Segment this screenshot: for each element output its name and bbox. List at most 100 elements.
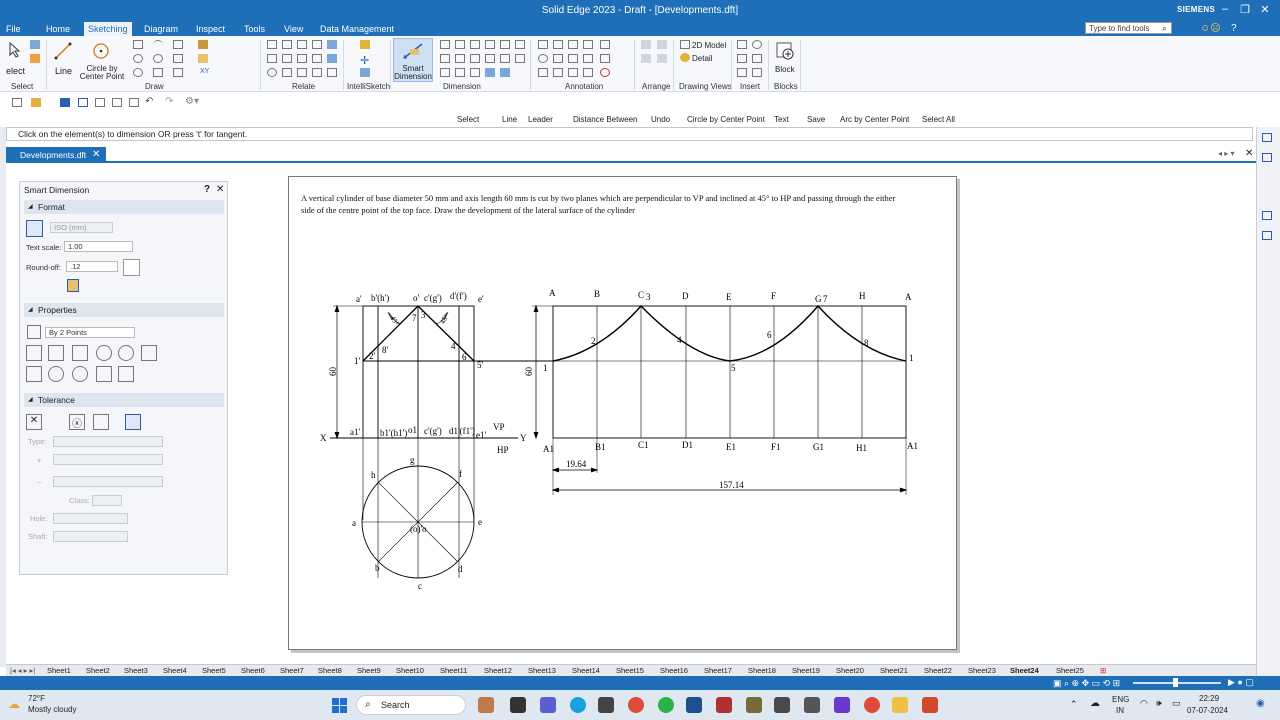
sheet-tab[interactable]: Sheet1 [47,666,71,675]
redo-icon[interactable]: ↷ [165,96,173,107]
tolerance-type-select[interactable] [53,436,163,447]
cmd-text[interactable]: Text [774,115,789,124]
dimension-table-icon[interactable] [485,68,495,77]
text-icon[interactable] [568,54,578,63]
dimension-group-icon[interactable] [485,54,495,63]
restore-icon[interactable]: ❐ [1238,3,1252,16]
fill-icon[interactable] [198,40,208,49]
sheet-tab[interactable]: Sheet16 [660,666,688,675]
tolerance-format-icon[interactable] [125,414,141,430]
chrome-icon[interactable] [628,697,644,713]
section-properties[interactable]: ◢ Properties [24,303,224,317]
sheet-tab[interactable]: Sheet15 [616,666,644,675]
chamfer-dim-icon[interactable] [96,366,112,382]
angle-between-icon[interactable] [455,40,465,49]
arc-angle-icon[interactable] [48,366,64,382]
dock-groups-icon[interactable] [1262,211,1272,220]
sheet-tab[interactable]: Sheet7 [280,666,304,675]
balloon-icon[interactable] [553,40,563,49]
sheet-tab[interactable]: Sheet6 [241,666,265,675]
sheet-tab[interactable]: Sheet12 [484,666,512,675]
select-filter-icon[interactable] [30,54,40,63]
wifi-icon[interactable]: ◠ [1140,698,1148,709]
dimension-break-icon[interactable] [515,54,525,63]
app-generic-icon[interactable] [804,697,820,713]
cmd-undo[interactable]: Undo [651,115,670,124]
tab-tools[interactable]: Tools [244,24,265,34]
round-off-select[interactable]: .12 [66,261,118,272]
sheet-tab[interactable]: Sheet8 [318,666,342,675]
curve-icon[interactable] [153,54,163,63]
dimension-tolerance-icon[interactable] [500,54,510,63]
symmetric-dim-icon[interactable] [141,345,157,361]
tab-scroll-icon[interactable]: ◂ ▸ ▾ [1218,149,1235,158]
relate-symmetric-icon[interactable] [312,54,322,63]
ellipse-icon[interactable] [133,54,143,63]
block-label[interactable]: Block [775,65,795,74]
tab-inspect[interactable]: Inspect [196,24,225,34]
mirror-icon[interactable] [173,68,183,77]
circle-tool-icon[interactable] [92,42,110,60]
hole-select[interactable] [53,513,128,524]
whatsapp-icon[interactable] [658,697,674,713]
windows-start-icon[interactable] [332,698,347,713]
edge-condition-icon[interactable] [583,54,593,63]
lock-icon[interactable] [67,279,79,292]
insert-symbol-icon[interactable] [752,54,762,63]
notifications-icon[interactable]: ◉ [1256,698,1265,709]
file-explorer-icon[interactable] [892,697,908,713]
angular-coordinate-icon[interactable] [485,40,495,49]
sheet-tab[interactable]: Sheet9 [357,666,381,675]
sheet-tab[interactable]: Sheet14 [572,666,600,675]
help-icon[interactable]: ? [1231,23,1237,34]
powerpoint-icon[interactable] [922,697,938,713]
detail-icon[interactable] [680,53,690,62]
clock-date[interactable]: 07-07-2024 [1187,706,1228,715]
chrome-icon[interactable] [864,697,880,713]
print-icon[interactable] [95,98,105,107]
annotation-style-icon[interactable] [583,68,593,77]
panel-help-icon[interactable]: ? [204,184,210,195]
offset-icon[interactable] [133,68,143,77]
relate-horizontal-icon[interactable] [267,54,277,63]
cmd-select-all[interactable]: Select All [922,115,955,124]
cmd-leader[interactable]: Leader [528,115,553,124]
line-tool-icon[interactable] [54,42,72,60]
leader-icon[interactable] [568,40,578,49]
sheet-tab[interactable]: Sheet10 [396,666,424,675]
taskbar-search[interactable]: ⌕ Search [356,695,466,715]
relate-display-icon[interactable] [327,54,337,63]
teams-icon[interactable] [540,697,556,713]
relate-equal-icon[interactable] [297,54,307,63]
relate-collinear-icon[interactable] [282,68,292,77]
bolt-hole-circle-icon[interactable] [538,68,548,77]
relate-set-icon[interactable] [312,68,322,77]
datum-frame-icon[interactable] [553,54,563,63]
relate-perpendicular-icon[interactable] [282,54,292,63]
dock-library-icon[interactable] [1262,133,1272,142]
undo-icon[interactable]: ↶ [145,96,153,107]
relate-tangent-icon[interactable] [297,40,307,49]
save-icon[interactable] [60,98,70,107]
search-icon[interactable]: ⌕ [1162,23,1167,34]
sheet-tab[interactable]: Sheet19 [792,666,820,675]
text-scale-select[interactable]: 1.00 [64,241,133,252]
close-document-icon[interactable]: ✕ [1245,148,1253,159]
file-menu[interactable]: File [6,24,21,34]
surface-texture-icon[interactable] [600,40,610,49]
ungroup-icon[interactable] [657,54,667,63]
view-tools-icon[interactable]: ▣ ⌕ ⊕ ✥ ▭ ⟲ ⊞ [1053,678,1120,689]
cmd-distance-between[interactable]: Distance Between [573,115,637,124]
round-off-options-icon[interactable] [123,259,140,276]
dimension-list-icon[interactable] [500,68,510,77]
weather-icon[interactable]: ☁ [8,697,20,711]
intellisketch-grid-icon[interactable] [360,68,370,77]
language-region[interactable]: IN [1116,706,1124,715]
radial-dim-icon[interactable] [72,345,88,361]
bring-forward-icon[interactable] [641,40,651,49]
coordinate-dim-icon[interactable] [118,366,134,382]
new-sheet-icon[interactable]: ⊞ [1100,666,1106,675]
dock-help-icon[interactable] [1262,231,1272,240]
tab-data-management[interactable]: Data Management [320,24,394,34]
symmetric-diameter-icon[interactable] [500,40,510,49]
